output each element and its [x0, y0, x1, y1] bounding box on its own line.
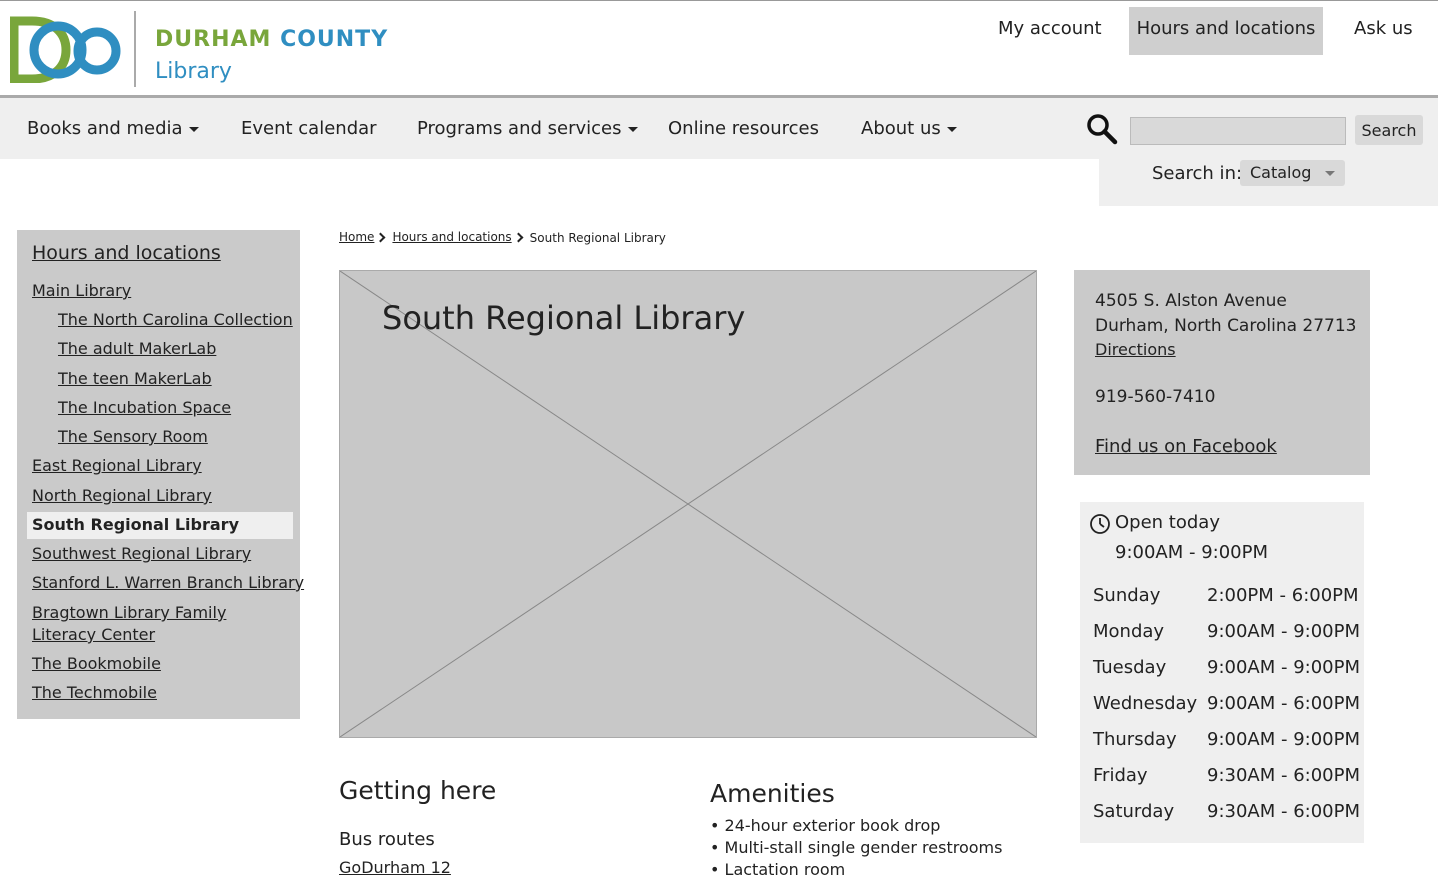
logo-word-1: DURHAM	[155, 27, 281, 52]
hours-row: Friday 9:30AM - 6:00PM	[1093, 765, 1363, 791]
logo-county-text: DURHAM COUNTY	[155, 27, 388, 52]
breadcrumb-current: South Regional Library	[529, 230, 666, 245]
hours-time: 2:00PM - 6:00PM	[1207, 585, 1359, 606]
sidebar-item-southwest-regional[interactable]: Southwest Regional Library	[32, 543, 251, 565]
hours-time: 9:00AM - 9:00PM	[1207, 621, 1361, 642]
hours-and-locations-link[interactable]: Hours and locations	[1129, 7, 1323, 55]
hours-row: Wednesday 9:00AM - 6:00PM	[1093, 693, 1363, 719]
nav-online-resources[interactable]: Online resources	[668, 98, 819, 159]
nav-books-and-media[interactable]: Books and media	[27, 98, 199, 159]
logo-library-text: Library	[155, 59, 232, 84]
hours-time: 9:00AM - 9:00PM	[1207, 729, 1361, 750]
nav-label: Programs and services	[417, 118, 622, 139]
phone-number: 919-560-7410	[1095, 387, 1216, 407]
getting-here-heading: Getting here	[339, 776, 497, 805]
caret-down-icon	[946, 126, 957, 132]
sidebar-item-bookmobile[interactable]: The Bookmobile	[32, 653, 161, 675]
dco-logo-mark	[10, 16, 121, 83]
hours-row: Saturday 9:30AM - 6:00PM	[1093, 801, 1363, 827]
sidebar-item-east-regional[interactable]: East Regional Library	[32, 455, 202, 477]
sidebar-item-bragtown[interactable]: Bragtown Library Family Literacy Center	[32, 602, 226, 646]
page-title: South Regional Library	[382, 299, 746, 337]
sidebar-item-label: South Regional Library	[32, 515, 239, 534]
bus-route-link[interactable]: GoDurham 12	[339, 858, 451, 877]
chevron-right-icon	[375, 232, 386, 243]
nav-label: Books and media	[27, 118, 183, 139]
nav-about-us[interactable]: About us	[861, 98, 957, 159]
hours-time: 9:00AM - 9:00PM	[1207, 657, 1361, 678]
sidebar-item-stanford-warren[interactable]: Stanford L. Warren Branch Library	[32, 572, 304, 594]
chevron-right-icon	[513, 232, 524, 243]
nav-label: About us	[861, 118, 941, 139]
sidebar-item-main-library[interactable]: Main Library	[32, 280, 131, 302]
sidebar-item-north-carolina-collection[interactable]: The North Carolina Collection	[58, 309, 293, 331]
sidebar-item-techmobile[interactable]: The Techmobile	[32, 682, 157, 704]
search-button[interactable]: Search	[1355, 115, 1423, 145]
address-line1: 4505 S. Alston Avenue	[1095, 291, 1287, 311]
sidebar-item-adult-makerlab[interactable]: The adult MakerLab	[58, 338, 216, 360]
site-logo[interactable]: DURHAM COUNTY Library	[10, 11, 400, 87]
breadcrumb-home[interactable]: Home	[339, 230, 374, 244]
sidebar-item-teen-makerlab[interactable]: The teen MakerLab	[58, 368, 212, 390]
hours-card: Open today 9:00AM - 9:00PM Sunday 2:00PM …	[1080, 502, 1364, 843]
amenity-item: • Lactation room	[710, 860, 846, 879]
nav-label: Online resources	[668, 118, 820, 139]
hours-row: Monday 9:00AM - 9:00PM	[1093, 621, 1363, 647]
hours-time: 9:30AM - 6:00PM	[1207, 801, 1361, 822]
my-account-link[interactable]: My account	[984, 7, 1116, 55]
bus-routes-label: Bus routes	[339, 829, 435, 850]
hero-image-placeholder: South Regional Library	[339, 270, 1037, 738]
locations-sidebar: Hours and locations Main Library The Nor…	[17, 230, 304, 719]
hours-row: Sunday 2:00PM - 6:00PM	[1093, 585, 1363, 611]
sidebar-item-label: Bragtown Library Family	[32, 603, 227, 622]
search-input[interactable]	[1130, 117, 1346, 145]
image-placeholder-icon	[340, 271, 1036, 737]
amenities-heading: Amenities	[710, 779, 835, 808]
magnifier-icon[interactable]	[1086, 113, 1118, 145]
sidebar-item-south-regional-active[interactable]: South Regional Library	[27, 512, 293, 539]
breadcrumb-hours-locations[interactable]: Hours and locations	[392, 230, 511, 244]
hours-day: Monday	[1093, 621, 1165, 642]
search-scope-select[interactable]: Catalog	[1240, 160, 1345, 186]
sidebar-title-link[interactable]: Hours and locations	[32, 242, 221, 264]
hours-day: Thursday	[1093, 729, 1177, 750]
sidebar-item-north-regional[interactable]: North Regional Library	[32, 485, 212, 507]
sidebar-item-sensory-room[interactable]: The Sensory Room	[58, 426, 208, 448]
address-line2: Durham, North Carolina 27713	[1095, 316, 1357, 336]
open-today-label: Open today	[1115, 512, 1220, 533]
hours-day: Friday	[1093, 765, 1148, 786]
nav-label: Event calendar	[241, 118, 377, 139]
breadcrumb: Home Hours and locations South Regional Li…	[339, 230, 666, 245]
amenity-item: • Multi-stall single gender restrooms	[710, 838, 1003, 857]
hours-day: Saturday	[1093, 801, 1175, 822]
hours-day: Tuesday	[1093, 657, 1167, 678]
address-card: 4505 S. Alston Avenue Durham, North Caro…	[1074, 270, 1370, 475]
caret-down-icon	[188, 126, 199, 132]
ask-us-link[interactable]: Ask us	[1340, 7, 1427, 55]
hours-day: Wednesday	[1093, 693, 1198, 714]
hours-time: 9:30AM - 6:00PM	[1207, 765, 1361, 786]
search-in-label: Search in:	[1152, 163, 1243, 184]
hours-row: Tuesday 9:00AM - 9:00PM	[1093, 657, 1363, 683]
nav-programs-and-services[interactable]: Programs and services	[417, 98, 638, 159]
amenity-item: • 24-hour exterior book drop	[710, 816, 941, 835]
logo-divider	[134, 11, 136, 87]
caret-down-icon	[1325, 171, 1335, 176]
clock-icon	[1090, 514, 1110, 534]
sidebar-item-incubation-space[interactable]: The Incubation Space	[58, 397, 231, 419]
nav-event-calendar[interactable]: Event calendar	[241, 98, 377, 159]
facebook-link[interactable]: Find us on Facebook	[1095, 436, 1277, 457]
caret-down-icon	[627, 126, 638, 132]
hours-day: Sunday	[1093, 585, 1161, 606]
hours-time: 9:00AM - 6:00PM	[1207, 693, 1361, 714]
hours-row: Thursday 9:00AM - 9:00PM	[1093, 729, 1363, 755]
open-today-hours: 9:00AM - 9:00PM	[1115, 542, 1269, 563]
logo-word-2: COUNTY	[280, 27, 389, 52]
directions-link[interactable]: Directions	[1095, 340, 1176, 359]
amenities-list: • 24-hour exterior book drop • Multi-sta…	[710, 816, 1002, 880]
scope-value: Catalog	[1250, 163, 1312, 182]
sidebar-item-label-line2: Literacy Center	[32, 625, 156, 644]
site-header: DURHAM COUNTY Library My account Hours a…	[0, 0, 1438, 98]
